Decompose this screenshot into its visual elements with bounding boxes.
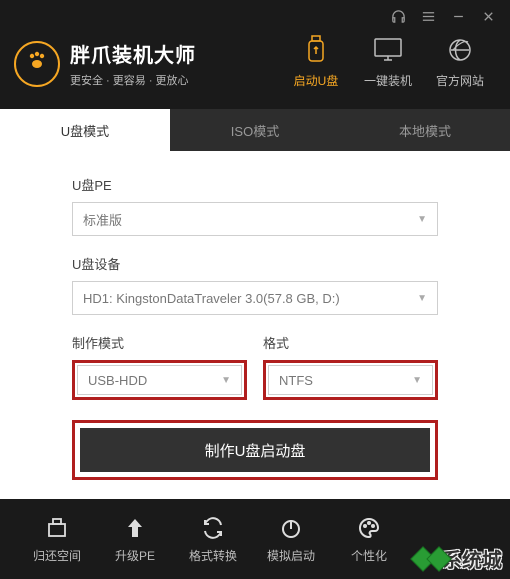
- format-label: 格式: [263, 333, 438, 352]
- main-panel: U盘PE 标准版 ▼ U盘设备 HD1: KingstonDataTravele…: [0, 151, 510, 499]
- bottom-label: 模拟启动: [267, 547, 315, 564]
- format-select[interactable]: NTFS ▼: [268, 365, 433, 395]
- nav-boot-usb[interactable]: 启动U盘: [280, 28, 352, 99]
- caret-down-icon: ▼: [412, 375, 422, 386]
- logo-circle: [14, 41, 60, 87]
- device-label: U盘设备: [72, 254, 438, 273]
- make-mode-highlight: USB-HDD ▼: [72, 360, 247, 400]
- mode-tabs: U盘模式 ISO模式 本地模式: [0, 109, 510, 151]
- nav-one-click[interactable]: 一键装机: [352, 28, 424, 99]
- monitor-icon: [372, 34, 404, 66]
- nav-website[interactable]: 官方网站: [424, 28, 496, 99]
- nav-label: 一键装机: [364, 72, 412, 89]
- bottom-label: 个性化: [351, 547, 387, 564]
- nav-label: 启动U盘: [294, 72, 339, 89]
- upgrade-pe-button[interactable]: 升级PE: [96, 515, 174, 564]
- caret-down-icon: ▼: [417, 293, 427, 304]
- make-usb-button[interactable]: 制作U盘启动盘: [80, 428, 430, 472]
- personalize-button[interactable]: 个性化: [330, 515, 408, 564]
- bottom-label: 归还空间: [33, 547, 81, 564]
- format-highlight: NTFS ▼: [263, 360, 438, 400]
- brand: 胖爪装机大师 更安全 · 更容易 · 更放心: [14, 39, 280, 88]
- make-mode-select[interactable]: USB-HDD ▼: [77, 365, 242, 395]
- header-nav: 启动U盘 一键装机 官方网站: [280, 28, 496, 99]
- device-value: HD1: KingstonDataTraveler 3.0(57.8 GB, D…: [83, 291, 340, 306]
- titlebar: [0, 0, 510, 24]
- restore-space-button[interactable]: 归还空间: [18, 515, 96, 564]
- pe-select[interactable]: 标准版 ▼: [72, 202, 438, 236]
- caret-down-icon: ▼: [221, 375, 231, 386]
- bottom-label: 升级PE: [115, 547, 155, 564]
- tab-iso-mode[interactable]: ISO模式: [170, 109, 340, 151]
- bottom-toolbar: 归还空间 升级PE 格式转换 模拟启动 个性化: [0, 499, 510, 564]
- format-value: NTFS: [279, 373, 313, 388]
- usb-icon: [300, 34, 332, 66]
- pe-label: U盘PE: [72, 175, 438, 194]
- palette-icon: [357, 515, 381, 541]
- convert-icon: [201, 515, 225, 541]
- make-button-highlight: 制作U盘启动盘: [72, 420, 438, 480]
- tab-usb-mode[interactable]: U盘模式: [0, 109, 170, 151]
- bottom-label: 格式转换: [189, 547, 237, 564]
- power-icon: [279, 515, 303, 541]
- minimize-icon[interactable]: [450, 8, 466, 24]
- menu-icon[interactable]: [420, 8, 436, 24]
- make-mode-value: USB-HDD: [88, 373, 147, 388]
- pe-value: 标准版: [83, 210, 122, 229]
- restore-icon: [45, 515, 69, 541]
- format-convert-button[interactable]: 格式转换: [174, 515, 252, 564]
- upgrade-icon: [123, 515, 147, 541]
- simulate-boot-button[interactable]: 模拟启动: [252, 515, 330, 564]
- paw-icon: [25, 48, 49, 79]
- brand-title: 胖爪装机大师: [70, 39, 196, 68]
- close-icon[interactable]: [480, 8, 496, 24]
- device-select[interactable]: HD1: KingstonDataTraveler 3.0(57.8 GB, D…: [72, 281, 438, 315]
- headphones-icon[interactable]: [390, 8, 406, 24]
- brand-subtitle: 更安全 · 更容易 · 更放心: [70, 72, 196, 88]
- tab-local-mode[interactable]: 本地模式: [340, 109, 510, 151]
- ie-icon: [444, 34, 476, 66]
- caret-down-icon: ▼: [417, 214, 427, 225]
- make-mode-label: 制作模式: [72, 333, 247, 352]
- nav-label: 官方网站: [436, 72, 484, 89]
- header: 胖爪装机大师 更安全 · 更容易 · 更放心 启动U盘 一键装机 官方网站: [0, 24, 510, 109]
